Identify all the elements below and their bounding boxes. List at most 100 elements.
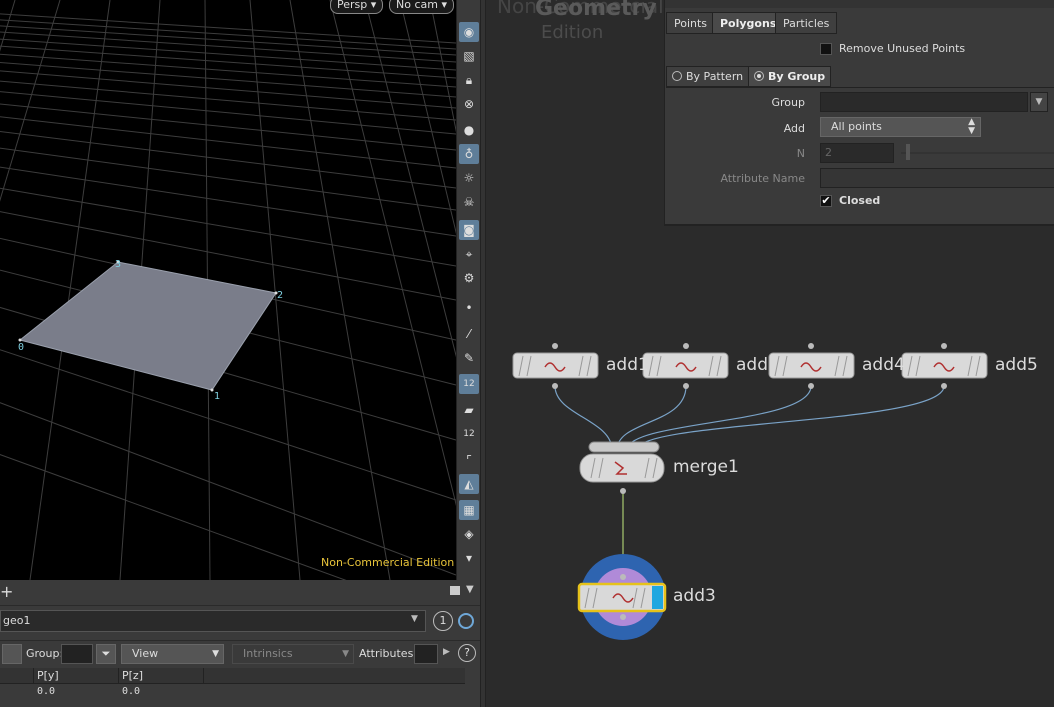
remove-unused-checkbox[interactable] [820,43,832,55]
scene-viewport[interactable]: Persp ▾ No cam ▾ 0 1 2 3 Non-Commercial … [0,0,456,580]
geometry-spreadsheet-pane: + ▼ geo1 ▼ 1 Group: ⏷ View ▼ Intrinsics ▼ … [0,580,480,707]
perspective-menu[interactable]: Persp ▾ [330,0,384,14]
pin-icon[interactable] [458,613,474,629]
point-label-1: 1 [214,391,221,402]
radio-by-pattern [672,71,682,81]
intrinsics-combo[interactable]: Intrinsics ▼ [232,644,354,664]
skull-icon[interactable]: ☠ [459,192,479,212]
corner-icon[interactable]: ⌜ [459,450,479,470]
prim-number-icon[interactable]: 12 [459,424,479,444]
filter-icon[interactable]: ⏷ [96,644,116,664]
add-param-label: Add [783,122,805,135]
node-add4[interactable] [768,343,855,389]
node-add5[interactable] [901,343,988,389]
node-label-add1: add1 [606,355,649,375]
render-icon[interactable]: ⚙ [459,268,479,288]
node-add[interactable] [642,343,729,389]
path-dropdown-icon[interactable]: ▼ [411,614,418,624]
play-icon[interactable]: ▶ [443,647,450,657]
pane-splitter[interactable] [480,0,486,707]
cell-pz: 0.0 [122,686,141,697]
node-add1[interactable] [512,343,599,389]
group-dropdown-icon[interactable]: ▼ [1030,92,1048,112]
attribute-class-icon[interactable] [2,644,22,664]
camera-menu[interactable]: No cam ▾ [389,0,454,14]
param-header-strip [665,0,1054,8]
lock-icon[interactable]: 🔒︎ [459,70,479,90]
attribute-name-label: Attribute Name [720,172,805,185]
column-header-py[interactable]: P[y] [34,668,119,684]
attributes-field[interactable] [414,644,438,664]
wire-add4-merge1 [626,385,812,451]
pane-tab-bar: + ▼ [0,580,480,606]
node-merge1[interactable] [579,441,665,494]
maximize-icon[interactable] [450,586,460,595]
subtab-by-pattern-label: By Pattern [686,70,744,83]
tab-polygons[interactable]: Polygons [712,12,785,34]
checker-icon[interactable]: ▦ [459,500,479,520]
bulb-icon[interactable]: ☼ [459,168,479,188]
cell-py: 0.0 [37,686,56,697]
group-param-label: Group [771,96,806,109]
closed-checkbox[interactable]: ✔ [820,195,832,207]
view-combo-label: View [132,647,159,660]
dropper-icon[interactable]: ✎ [459,348,479,368]
subtab-by-group[interactable]: By Group [748,66,832,87]
group-param-field[interactable] [820,92,1028,112]
display-icon[interactable]: ⌖ [459,244,479,264]
chevron-down-icon: ▼ [212,649,219,659]
chevron-down-icon: ▼ [342,649,349,659]
table-header: P[y] P[z] [0,668,465,684]
add-pane-tab-button[interactable]: + [0,582,13,601]
point-label-2: 2 [277,290,284,301]
add-param-combo[interactable]: All points ▲ ▼ [820,117,981,137]
node-path-field[interactable]: geo1 [0,610,426,632]
paint-icon[interactable]: ▰ [459,400,479,420]
transform-icon[interactable]: ◭ [459,474,479,494]
point-label-3: 3 [115,259,122,270]
node-label-add4: add4 [862,355,905,375]
column-header-pz[interactable]: P[z] [119,668,204,684]
add-param-value: All points [831,120,882,133]
select-icon[interactable]: ▧ [459,46,479,66]
node-label-add5: add5 [995,355,1038,375]
camera-icon[interactable]: ◙ [459,220,479,240]
spreadsheet-toolbar: Group: ⏷ View ▼ Intrinsics ▼ Attributes: ▶… [0,640,480,666]
column-header[interactable] [0,668,34,684]
view-combo[interactable]: View ▼ [121,644,224,664]
viewport-toolbar: ◉ ▧ 🔒︎ ⊗ ● ♁ ☼ ☠ ◙ ⌖ ⚙ • ⁄ ✎ 12 ▰ 12 ⌜ ◭… [456,0,480,580]
tab-particles[interactable]: Particles [775,12,838,34]
light-icon[interactable]: ♁ [459,144,479,164]
n-param-field[interactable]: 2 [820,143,894,163]
subtab-by-pattern[interactable]: By Pattern [666,66,750,87]
updown-arrow-icon: ▲ ▼ [968,117,975,136]
help-icon[interactable]: ? [458,644,476,662]
point-number-icon[interactable]: 12 [459,374,479,394]
page-number-badge[interactable]: 1 [433,611,453,631]
snap-icon[interactable]: ⊗ [459,94,479,114]
point-label-0: 0 [18,342,25,353]
node-label-add3: add3 [673,586,716,606]
more-icon[interactable]: ▾ [459,548,479,568]
n-param-slider-handle[interactable] [906,144,910,160]
subtab-by-group-label: By Group [768,70,826,83]
n-param-label: N [796,147,805,160]
closed-label: Closed [839,194,881,207]
layers-icon[interactable]: ◈ [459,524,479,544]
wire-add1-merge1 [554,385,613,451]
parameter-panel: Points Polygons Particles Remove Unused … [664,0,1054,226]
group-field[interactable] [61,644,93,664]
sphere-icon[interactable]: ● [459,120,479,140]
viewport-grid [0,0,456,580]
radio-by-group [754,71,764,81]
eye-icon[interactable]: ◉ [459,22,479,42]
tab-points[interactable]: Points [666,12,716,34]
attribute-name-field[interactable] [820,168,1054,188]
chevron-down-icon[interactable]: ▼ [466,584,474,595]
point-icon[interactable]: • [459,298,479,318]
node-label-add: add [736,355,768,375]
n-param-slider[interactable] [901,152,1054,154]
attributes-label: Attributes: [359,647,418,660]
brush-icon[interactable]: ⁄ [459,324,479,344]
non-commercial-watermark: Non-Commercial Edition [321,556,455,569]
